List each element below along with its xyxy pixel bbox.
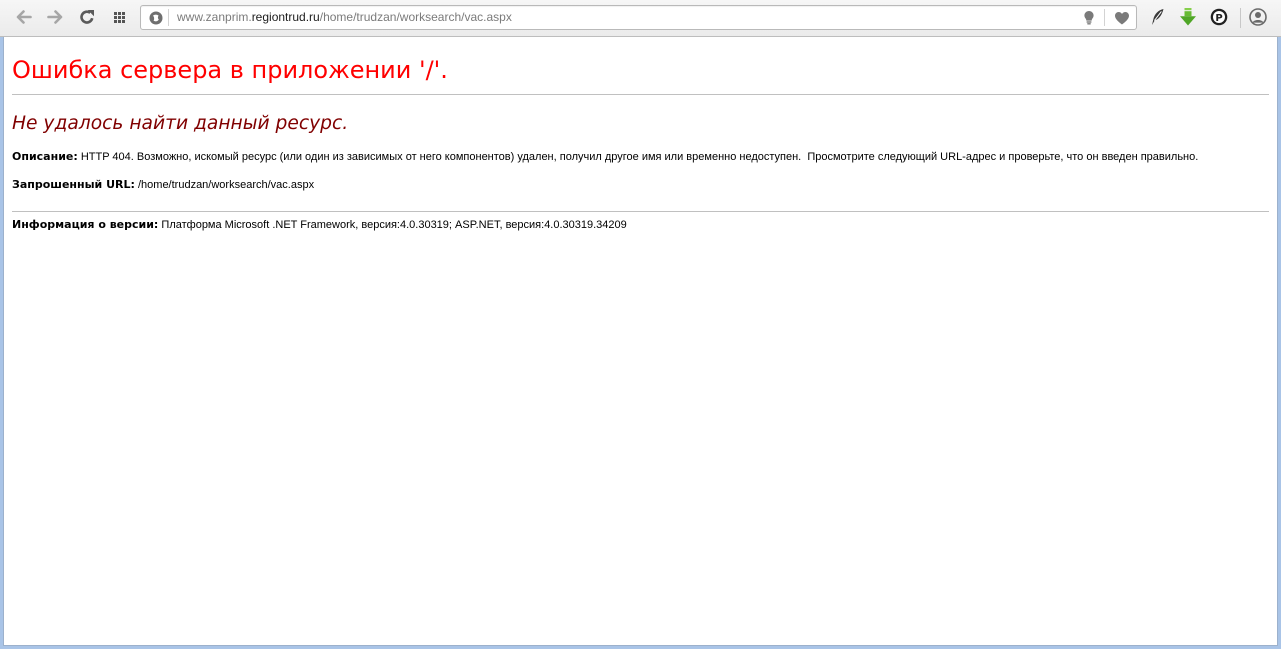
speed-dial-button[interactable] — [106, 4, 132, 30]
forward-button[interactable] — [42, 4, 68, 30]
lightbulb-icon — [1084, 11, 1094, 25]
address-separator — [168, 9, 169, 26]
version-divider — [12, 211, 1269, 212]
url-subdomain: www.zanprim. — [177, 10, 252, 24]
requested-url-value: /home/trudzan/worksearch/vac.aspx — [137, 179, 315, 191]
heart-icon — [1115, 11, 1129, 24]
version-info-text: Платформа Microsoft .NET Framework, верс… — [161, 219, 627, 231]
title-divider — [12, 94, 1269, 95]
quill-extension-icon — [1152, 9, 1164, 25]
reload-icon — [80, 10, 94, 24]
back-button[interactable] — [11, 4, 37, 30]
account-button[interactable] — [1245, 4, 1271, 30]
tips-button[interactable] — [1079, 6, 1099, 29]
url-host: regiontrud.ru — [251, 10, 320, 24]
back-arrow-icon — [16, 10, 32, 24]
site-info-icon — [149, 11, 163, 24]
p-logo-letter: P — [1215, 13, 1222, 24]
requested-url-line: Запрошенный URL: /home/trudzan/worksearc… — [12, 178, 314, 192]
requested-url-label: Запрошенный URL: — [12, 178, 135, 191]
download-extension-button[interactable] — [1175, 4, 1201, 30]
browser-toolbar: www.zanprim.regiontrud.ru/home/trudzan/w… — [0, 0, 1281, 37]
error-subtitle-heading: Не удалось найти данный ресурс. — [12, 113, 348, 135]
quill-extension-button[interactable] — [1144, 4, 1170, 30]
version-info-line: Информация о версии: Платформа Microsoft… — [12, 218, 627, 232]
forward-arrow-icon — [47, 10, 63, 24]
reload-button[interactable] — [74, 4, 100, 30]
page-content: Ошибка сервера в приложении '/'. Не удал… — [3, 37, 1278, 646]
address-bar[interactable]: www.zanprim.regiontrud.ru/home/trudzan/w… — [140, 5, 1137, 30]
p-logo-extension-icon: P — [1210, 8, 1228, 26]
error-subtitle: Не удалось найти данный ресурс. — [12, 113, 349, 134]
error-title: Ошибка сервера в приложении '/'. — [12, 56, 448, 84]
stash-button[interactable] — [1113, 6, 1131, 29]
grid-icon — [113, 11, 125, 23]
url-path: /home/trudzan/worksearch/vac.aspx — [319, 10, 512, 24]
toolbar-separator — [1240, 8, 1241, 28]
url-text[interactable]: www.zanprim.regiontrud.ru/home/trudzan/w… — [177, 6, 512, 29]
p-extension-button[interactable]: P — [1206, 4, 1232, 30]
description-text: HTTP 404. Возможно, искомый ресурс (или … — [80, 151, 1199, 163]
address-separator — [1104, 9, 1105, 26]
browser-window: www.zanprim.regiontrud.ru/home/trudzan/w… — [0, 0, 1281, 649]
description-label: Описание: — [12, 150, 78, 163]
description-line: Описание: HTTP 404. Возможно, искомый ре… — [12, 150, 1198, 164]
download-arrow-icon — [1180, 8, 1196, 26]
version-info-label: Информация о версии: — [12, 218, 159, 231]
user-account-icon — [1249, 8, 1267, 26]
site-info-button[interactable] — [147, 6, 165, 29]
